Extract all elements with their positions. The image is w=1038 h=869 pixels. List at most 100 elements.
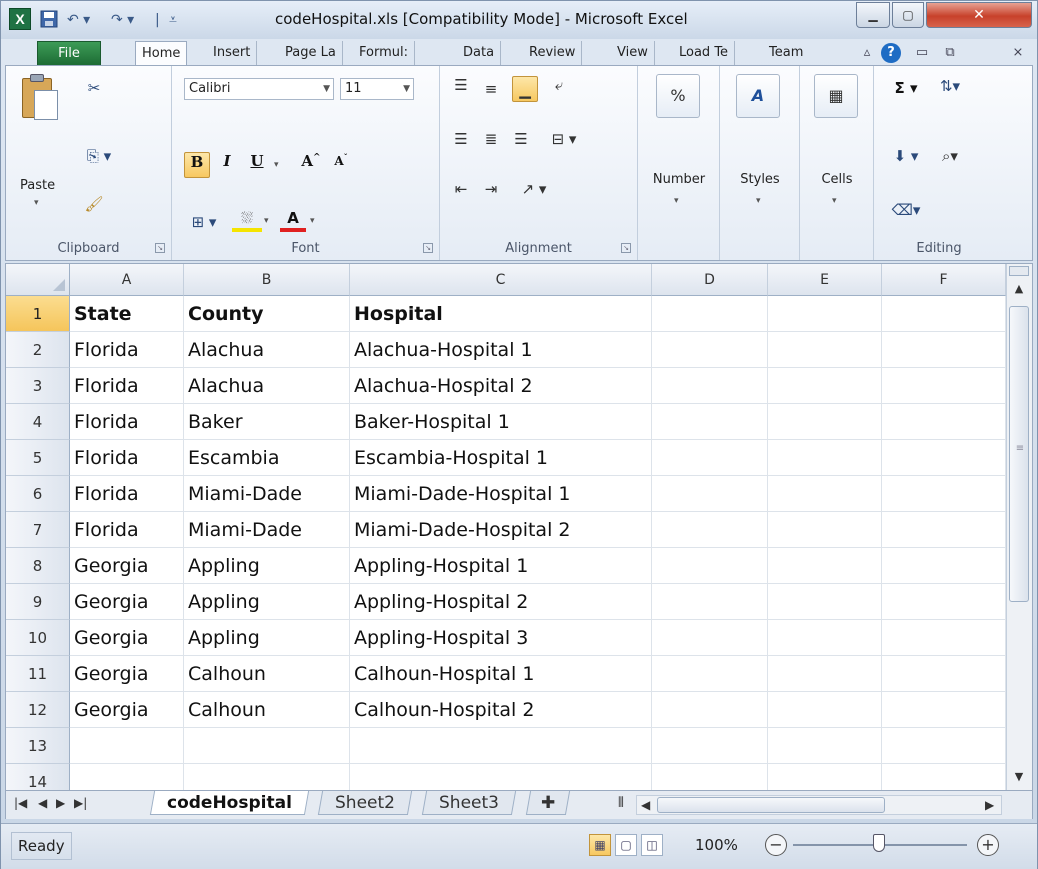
grid-cell[interactable] bbox=[652, 368, 768, 404]
grid-cell[interactable] bbox=[768, 296, 882, 332]
prev-sheet-icon[interactable]: ◀ bbox=[38, 796, 47, 810]
grid-cell[interactable] bbox=[652, 584, 768, 620]
align-bottom-icon[interactable]: ▁ bbox=[512, 76, 538, 102]
grid-cell[interactable]: Alachua bbox=[184, 332, 350, 368]
tab-view[interactable]: View bbox=[611, 41, 655, 65]
find-select-icon[interactable]: ⌕▾ bbox=[930, 146, 970, 166]
merge-center-icon[interactable]: ⊟ ▾ bbox=[544, 126, 584, 152]
zoom-level[interactable]: 100% bbox=[695, 836, 738, 854]
grid-cell[interactable] bbox=[768, 476, 882, 512]
worksheet-grid[interactable]: A B C D E F 1 State County Hospital 2 Florida… bbox=[5, 263, 1033, 791]
normal-view-icon[interactable]: ▦ bbox=[589, 834, 611, 856]
next-sheet-icon[interactable]: ▶ bbox=[56, 796, 65, 810]
fill-icon[interactable]: ⬇ ▾ bbox=[886, 146, 926, 166]
styles-icon[interactable]: A bbox=[736, 74, 780, 118]
clear-icon[interactable]: ⌫▾ bbox=[886, 200, 926, 220]
grid-cell[interactable]: Escambia bbox=[184, 440, 350, 476]
workbook-close-icon[interactable]: ⨯ bbox=[1007, 43, 1029, 63]
row-header[interactable]: 12 bbox=[6, 692, 70, 728]
minimize-ribbon-icon[interactable]: ▵ bbox=[857, 43, 877, 63]
grid-cell[interactable]: Alachua-Hospital 1 bbox=[350, 332, 652, 368]
grid-cell[interactable]: Miami-Dade bbox=[184, 512, 350, 548]
clipboard-launcher-icon[interactable]: ↘ bbox=[155, 243, 165, 253]
help-icon[interactable]: ? bbox=[881, 43, 901, 63]
grid-cell[interactable] bbox=[882, 728, 1006, 764]
wrap-text-icon[interactable]: ⤶ bbox=[546, 72, 572, 98]
grid-cell[interactable] bbox=[184, 728, 350, 764]
split-box[interactable] bbox=[1009, 266, 1029, 276]
cells-icon[interactable]: ▦ bbox=[814, 74, 858, 118]
page-layout-view-icon[interactable]: ▢ bbox=[615, 834, 637, 856]
grid-cell[interactable]: State bbox=[70, 296, 184, 332]
tab-team[interactable]: Team bbox=[763, 41, 809, 65]
sheet-tab-sheet3[interactable]: Sheet3 bbox=[421, 791, 517, 815]
grid-cell[interactable] bbox=[882, 584, 1006, 620]
grid-cell[interactable]: Appling-Hospital 1 bbox=[350, 548, 652, 584]
grid-cell[interactable] bbox=[882, 332, 1006, 368]
grid-cell[interactable]: Alachua-Hospital 2 bbox=[350, 368, 652, 404]
grid-cell[interactable]: Appling bbox=[184, 584, 350, 620]
page-break-view-icon[interactable]: ◫ bbox=[641, 834, 663, 856]
first-sheet-icon[interactable]: |◀ bbox=[14, 796, 27, 810]
orientation-icon[interactable]: ↗ ▾ bbox=[516, 176, 552, 202]
grid-cell[interactable] bbox=[882, 476, 1006, 512]
grid-cell[interactable]: Appling bbox=[184, 620, 350, 656]
autosum-icon[interactable]: Σ ▾ bbox=[886, 78, 926, 98]
grid-cell[interactable] bbox=[768, 764, 882, 790]
grid-cell[interactable]: County bbox=[184, 296, 350, 332]
grid-cell[interactable]: Escambia-Hospital 1 bbox=[350, 440, 652, 476]
cut-icon[interactable]: ✂ bbox=[84, 78, 104, 98]
fill-color-dropdown-icon[interactable]: ▾ bbox=[264, 216, 269, 226]
excel-app-icon[interactable]: X bbox=[9, 8, 31, 30]
fill-color-icon[interactable]: ⛆ bbox=[232, 208, 262, 232]
grid-cell[interactable] bbox=[882, 440, 1006, 476]
grid-cell[interactable] bbox=[768, 548, 882, 584]
grid-cell[interactable] bbox=[882, 368, 1006, 404]
zoom-in-icon[interactable]: + bbox=[977, 834, 999, 856]
grid-cell[interactable]: Florida bbox=[70, 368, 184, 404]
row-header[interactable]: 8 bbox=[6, 548, 70, 584]
scroll-right-icon[interactable]: ▶ bbox=[985, 798, 994, 812]
last-sheet-icon[interactable]: ▶| bbox=[74, 796, 87, 810]
sheet-tab-codehospital[interactable]: codeHospital bbox=[149, 791, 310, 815]
grid-cell[interactable]: Calhoun bbox=[184, 656, 350, 692]
tab-load-test[interactable]: Load Te bbox=[673, 41, 736, 65]
scroll-left-icon[interactable]: ◀ bbox=[641, 798, 650, 812]
row-header[interactable]: 1 bbox=[6, 296, 70, 332]
grid-cell[interactable]: Florida bbox=[70, 476, 184, 512]
font-color-icon[interactable]: A bbox=[280, 208, 306, 232]
borders-icon[interactable]: ⊞ ▾ bbox=[184, 212, 224, 232]
grid-cell[interactable] bbox=[768, 440, 882, 476]
select-all-button[interactable] bbox=[6, 264, 70, 296]
grid-cell[interactable]: Appling-Hospital 2 bbox=[350, 584, 652, 620]
grid-cell[interactable]: Georgia bbox=[70, 692, 184, 728]
grid-cell[interactable]: Calhoun-Hospital 2 bbox=[350, 692, 652, 728]
scroll-down-icon[interactable]: ▼ bbox=[1009, 768, 1029, 786]
font-name-select[interactable]: Calibri ▼ bbox=[184, 78, 334, 100]
grid-cell[interactable] bbox=[652, 620, 768, 656]
copy-icon[interactable]: ⎘ ▾ bbox=[84, 146, 114, 166]
cells-dropdown-icon[interactable]: ▾ bbox=[832, 196, 837, 206]
column-header-a[interactable]: A bbox=[70, 264, 184, 296]
paste-dropdown-icon[interactable]: ▾ bbox=[34, 198, 39, 208]
tab-insert[interactable]: Insert bbox=[207, 41, 258, 65]
tab-home[interactable]: Home bbox=[135, 41, 188, 65]
styles-dropdown-icon[interactable]: ▾ bbox=[756, 196, 761, 206]
row-header[interactable]: 13 bbox=[6, 728, 70, 764]
grid-cell[interactable] bbox=[882, 548, 1006, 584]
row-header[interactable]: 2 bbox=[6, 332, 70, 368]
grid-cell[interactable] bbox=[768, 584, 882, 620]
styles-label[interactable]: Styles bbox=[720, 172, 800, 187]
grid-cell[interactable]: Appling bbox=[184, 548, 350, 584]
grid-cell[interactable]: Baker-Hospital 1 bbox=[350, 404, 652, 440]
close-button[interactable]: ✕ bbox=[926, 2, 1032, 28]
grid-cell[interactable]: Calhoun bbox=[184, 692, 350, 728]
format-painter-icon[interactable]: 🖌 bbox=[84, 194, 104, 214]
grid-cell[interactable] bbox=[652, 764, 768, 790]
vertical-scrollbar[interactable]: ▲ ≡ ▼ bbox=[1006, 264, 1032, 790]
grid-cell[interactable] bbox=[768, 656, 882, 692]
group-cells[interactable]: ▦ Cells ▾ bbox=[800, 66, 874, 260]
row-header[interactable]: 5 bbox=[6, 440, 70, 476]
column-header-d[interactable]: D bbox=[652, 264, 768, 296]
underline-button[interactable]: U bbox=[244, 152, 270, 178]
